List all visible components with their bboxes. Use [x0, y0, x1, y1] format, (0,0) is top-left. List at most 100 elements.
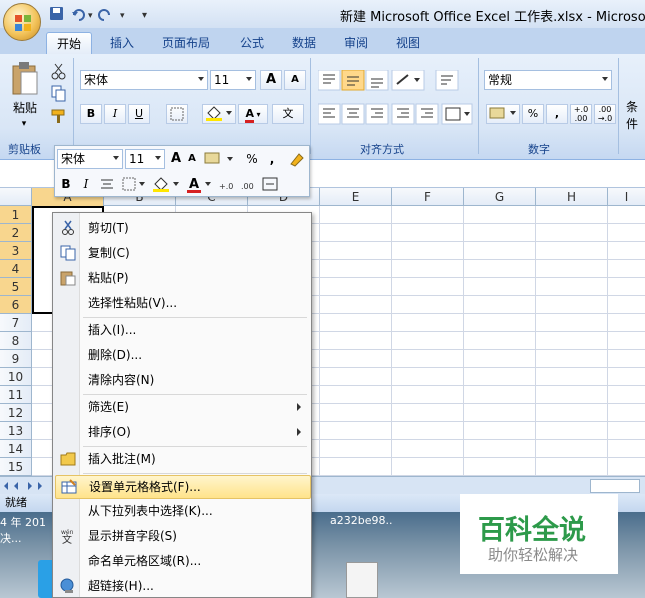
copy-icon[interactable] [51, 85, 66, 102]
row-header[interactable]: 8 [0, 332, 32, 350]
mini-accounting-icon[interactable] [203, 150, 243, 168]
menu-item-delete[interactable]: 删除(D)... [55, 344, 309, 366]
mini-grow-font-icon[interactable]: A [169, 149, 183, 169]
phonetic-button[interactable]: 文 [272, 104, 304, 124]
increase-indent-icon[interactable] [415, 103, 439, 125]
align-center-icon[interactable] [341, 103, 365, 125]
menu-item-paste[interactable]: 粘贴(P) [55, 267, 309, 289]
mini-font-combo[interactable]: 宋体 [57, 149, 123, 169]
row-header[interactable]: 3 [0, 242, 32, 260]
row-header[interactable]: 9 [0, 350, 32, 368]
row-header[interactable]: 13 [0, 422, 32, 440]
font-name-combo[interactable]: 宋体 [80, 70, 208, 90]
document-icon[interactable] [346, 562, 378, 598]
mini-percent-button[interactable]: % [245, 149, 259, 169]
row-header[interactable]: 1 [0, 206, 32, 224]
percent-button[interactable]: % [522, 104, 544, 124]
borders-button[interactable] [166, 104, 188, 124]
menu-item-pick-from-list[interactable]: 从下拉列表中选择(K)... [55, 500, 309, 522]
comma-button[interactable]: , [546, 104, 568, 124]
row-header[interactable]: 7 [0, 314, 32, 332]
sheet-nav-icons[interactable] [0, 477, 60, 495]
mini-font-color-icon[interactable]: A [187, 177, 211, 193]
bold-button[interactable]: B [80, 104, 102, 124]
row-header[interactable]: 2 [0, 224, 32, 242]
fill-color-button[interactable] [202, 104, 236, 124]
decrease-indent-icon[interactable] [391, 103, 415, 125]
decrease-decimal-button[interactable]: .00 →.0 [594, 104, 616, 124]
orientation-icon[interactable] [391, 70, 425, 91]
paste-icon [60, 271, 76, 286]
menu-item-insert-comment[interactable]: 插入批注(M) [55, 448, 309, 470]
row-header[interactable]: 4 [0, 260, 32, 278]
menu-item-cut[interactable]: 剪切(T) [55, 217, 309, 239]
menu-item-insert[interactable]: 插入(I)... [55, 319, 309, 341]
column-header[interactable]: F [392, 188, 464, 206]
column-header[interactable]: H [536, 188, 608, 206]
tab-data[interactable]: 数据 [282, 32, 326, 54]
underline-button[interactable]: U [128, 104, 150, 124]
mini-size-combo[interactable]: 11 [125, 149, 165, 169]
font-color-button[interactable]: A ▾ [238, 104, 268, 124]
number-format-combo[interactable]: 常规 [484, 70, 612, 90]
mini-fill-color-icon[interactable] [153, 177, 179, 192]
menu-item-filter[interactable]: 筛选(E) [55, 396, 309, 418]
tab-view[interactable]: 视图 [386, 32, 430, 54]
mini-center-icon[interactable] [101, 179, 113, 189]
mini-bold-button[interactable]: B [57, 174, 75, 194]
tab-review[interactable]: 审阅 [334, 32, 378, 54]
row-header[interactable]: 5 [0, 278, 32, 296]
row-header[interactable]: 10 [0, 368, 32, 386]
row-header[interactable]: 11 [0, 386, 32, 404]
conditional-format-label[interactable]: 条件 [626, 98, 645, 132]
menu-item-show-phonetic[interactable]: wén 文 显示拼音字段(S) [55, 525, 309, 547]
tab-insert[interactable]: 插入 [100, 32, 144, 54]
mini-shrink-font-icon[interactable]: A [185, 149, 199, 169]
column-header[interactable]: E [320, 188, 392, 206]
align-middle-icon[interactable] [341, 70, 365, 91]
menu-item-clear-contents[interactable]: 清除内容(N) [55, 369, 309, 391]
mini-decrease-decimal-icon[interactable]: .00 [241, 182, 254, 191]
accounting-format-button[interactable] [486, 104, 520, 124]
tab-page-layout[interactable]: 页面布局 [152, 32, 220, 54]
menu-item-define-name[interactable]: 命名单元格区域(R)... [55, 550, 309, 572]
mini-increase-decimal-icon[interactable]: +.0 [219, 182, 233, 191]
align-top-icon[interactable] [318, 70, 341, 91]
row-header[interactable]: 6 [0, 296, 32, 314]
column-header[interactable]: I [608, 188, 645, 206]
paste-dropdown-icon[interactable]: ▾ [14, 114, 34, 134]
column-header[interactable]: G [464, 188, 536, 206]
office-button[interactable] [3, 3, 41, 41]
tab-formulas[interactable]: 公式 [230, 32, 274, 54]
mini-borders-icon[interactable] [122, 177, 145, 191]
paste-button[interactable] [8, 60, 42, 100]
menu-item-sort[interactable]: 排序(O) [55, 421, 309, 443]
mini-comma-button[interactable]: , [265, 149, 279, 169]
align-left-icon[interactable] [318, 103, 341, 125]
row-header[interactable]: 15 [0, 458, 32, 476]
mini-italic-button[interactable]: I [77, 174, 95, 194]
increase-decimal-button[interactable]: +.0 .00 [570, 104, 592, 124]
menu-item-format-cells[interactable]: 设置单元格格式(F)... [55, 475, 311, 499]
wrap-text-icon[interactable] [435, 70, 459, 91]
horizontal-scrollbar[interactable] [590, 479, 640, 493]
tab-home[interactable]: 开始 [46, 32, 93, 55]
row-header[interactable]: 14 [0, 440, 32, 458]
merge-center-icon[interactable] [441, 103, 473, 125]
menu-item-hyperlink[interactable]: 超链接(H)... [55, 575, 309, 597]
mini-merge-icon[interactable] [262, 177, 278, 191]
select-all-corner[interactable] [0, 188, 32, 206]
grow-font-button[interactable]: A [260, 70, 282, 90]
format-painter-icon[interactable] [51, 109, 65, 123]
align-bottom-icon[interactable] [365, 70, 389, 91]
shrink-font-button[interactable]: A [284, 70, 306, 90]
mini-format-painter-icon[interactable] [287, 150, 307, 168]
italic-button[interactable]: I [104, 104, 126, 124]
menu-item-paste-special[interactable]: 选择性粘贴(V)... [55, 292, 309, 314]
row-header[interactable]: 12 [0, 404, 32, 422]
cut-icon[interactable] [51, 63, 66, 80]
font-size-combo[interactable]: 11 [210, 70, 256, 90]
menu-item-copy[interactable]: 复制(C) [55, 242, 309, 264]
align-right-icon[interactable] [365, 103, 389, 125]
quick-access-icons[interactable]: ▾ ▾ ▾ [44, 5, 164, 23]
